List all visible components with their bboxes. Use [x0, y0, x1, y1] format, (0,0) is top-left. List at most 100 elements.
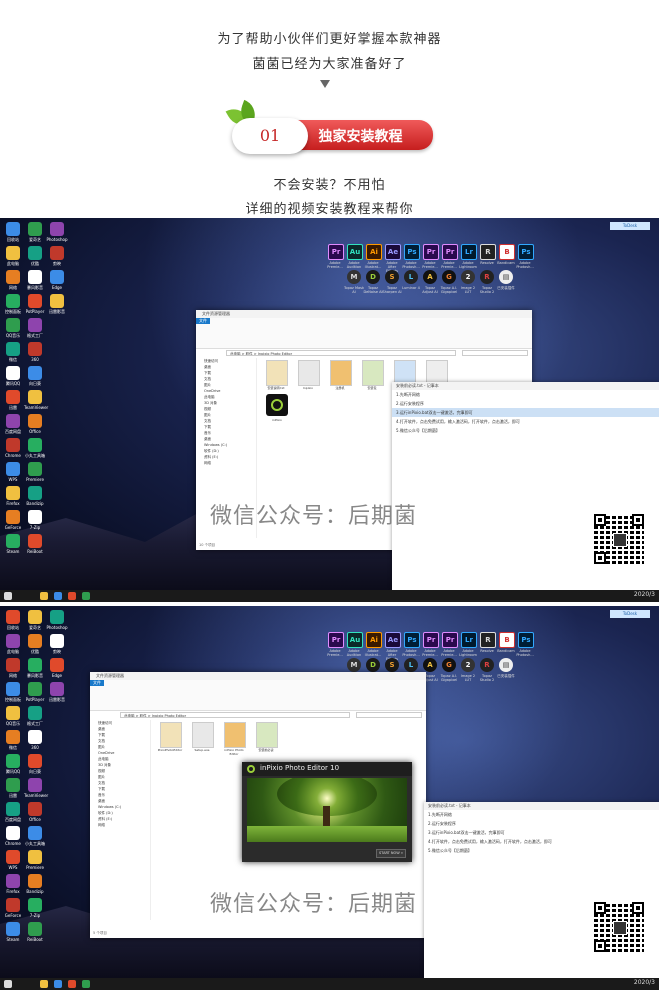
plugin-app-icon[interactable]: A — [423, 270, 437, 284]
adobe-app-icon[interactable]: B — [499, 244, 515, 260]
adobe-app-icon[interactable]: Au — [347, 632, 363, 648]
desktop-app-icon[interactable] — [28, 658, 42, 672]
adobe-app-icon[interactable]: Pr — [328, 632, 344, 648]
app-taskbar-icon[interactable] — [82, 980, 90, 988]
plugin-app-icon[interactable]: ▤ — [499, 658, 513, 672]
desktop-app-icon[interactable] — [50, 634, 64, 648]
desktop-app-icon[interactable] — [6, 658, 20, 672]
desktop-app-icon[interactable] — [50, 294, 64, 308]
desktop-app-icon[interactable] — [6, 922, 20, 936]
file-tab[interactable]: 文件 — [196, 318, 210, 324]
desktop-app-icon[interactable] — [6, 342, 20, 356]
desktop-app-icon[interactable] — [50, 222, 64, 236]
file-thumbnail[interactable] — [256, 722, 278, 748]
desktop-app-icon[interactable] — [50, 658, 64, 672]
adobe-app-icon[interactable]: Pr — [328, 244, 344, 260]
desktop-app-icon[interactable] — [28, 802, 42, 816]
edge-taskbar-icon[interactable] — [54, 980, 62, 988]
app-taskbar-icon[interactable] — [82, 592, 90, 600]
plugin-app-icon[interactable]: S — [385, 658, 399, 672]
adobe-app-icon[interactable]: R — [480, 632, 496, 648]
plugin-app-icon[interactable]: ▤ — [499, 270, 513, 284]
plugin-app-icon[interactable]: D — [366, 658, 380, 672]
adobe-app-icon[interactable]: Au — [347, 244, 363, 260]
adobe-app-icon[interactable]: Ps — [518, 244, 534, 260]
adobe-app-icon[interactable]: Pr — [423, 244, 439, 260]
desktop-app-icon[interactable] — [6, 414, 20, 428]
plugin-app-icon[interactable]: 2 — [461, 270, 475, 284]
adobe-app-icon[interactable]: Pr — [442, 244, 458, 260]
desktop-app-icon[interactable] — [50, 270, 64, 284]
start-now-button[interactable]: START NOW » — [376, 849, 406, 858]
desktop-app-icon[interactable] — [50, 246, 64, 260]
file-thumbnail[interactable] — [266, 360, 288, 386]
plugin-app-icon[interactable]: G — [442, 658, 456, 672]
adobe-app-icon[interactable]: Pr — [442, 632, 458, 648]
desktop-app-icon[interactable] — [28, 826, 42, 840]
desktop-app-icon[interactable] — [6, 366, 20, 380]
desktop-app-icon[interactable] — [28, 634, 42, 648]
todesk-widget[interactable]: ToDesk — [610, 222, 650, 230]
adobe-app-icon[interactable]: Lr — [461, 244, 477, 260]
desktop-app-icon[interactable] — [6, 246, 20, 260]
desktop-app-icon[interactable] — [28, 486, 42, 500]
adobe-app-icon[interactable]: Pr — [423, 632, 439, 648]
todesk-widget[interactable]: ToDesk — [610, 610, 650, 618]
plugin-app-icon[interactable]: D — [366, 270, 380, 284]
desktop-app-icon[interactable] — [6, 802, 20, 816]
adobe-app-icon[interactable]: Ai — [366, 244, 382, 260]
file-tab[interactable]: 文件 — [90, 680, 104, 686]
desktop-app-icon[interactable] — [6, 730, 20, 744]
desktop-app-icon[interactable] — [6, 898, 20, 912]
desktop-app-icon[interactable] — [6, 534, 20, 548]
search-input[interactable] — [356, 712, 422, 718]
plugin-app-icon[interactable]: M — [347, 658, 361, 672]
desktop-app-icon[interactable] — [28, 462, 42, 476]
plugin-app-icon[interactable]: 2 — [461, 658, 475, 672]
desktop-app-icon[interactable] — [28, 898, 42, 912]
file-thumbnail[interactable] — [362, 360, 384, 386]
desktop-app-icon[interactable] — [6, 874, 20, 888]
desktop-app-icon[interactable] — [6, 438, 20, 452]
desktop-app-icon[interactable] — [28, 850, 42, 864]
plugin-app-icon[interactable]: S — [385, 270, 399, 284]
desktop-app-icon[interactable] — [6, 706, 20, 720]
plugin-app-icon[interactable]: R — [480, 270, 494, 284]
desktop-app-icon[interactable] — [6, 778, 20, 792]
nav-item[interactable]: 网络 — [196, 460, 256, 466]
start-icon[interactable] — [4, 592, 12, 600]
start-icon[interactable] — [4, 980, 12, 988]
desktop-app-icon[interactable] — [6, 510, 20, 524]
plugin-app-icon[interactable]: R — [480, 658, 494, 672]
adobe-app-icon[interactable]: Ae — [385, 632, 401, 648]
adobe-app-icon[interactable]: R — [480, 244, 496, 260]
desktop-app-icon[interactable] — [6, 462, 20, 476]
adobe-app-icon[interactable]: Lr — [461, 632, 477, 648]
desktop-app-icon[interactable] — [28, 874, 42, 888]
desktop-app-icon[interactable] — [28, 610, 42, 624]
desktop-app-icon[interactable] — [6, 826, 20, 840]
edge-taskbar-icon[interactable] — [54, 592, 62, 600]
desktop-app-icon[interactable] — [28, 270, 42, 284]
desktop-app-icon[interactable] — [50, 682, 64, 696]
file-thumbnail[interactable] — [192, 722, 214, 748]
adobe-app-icon[interactable]: Ai — [366, 632, 382, 648]
adobe-app-icon[interactable]: Ps — [404, 244, 420, 260]
desktop-app-icon[interactable] — [6, 850, 20, 864]
desktop-app-icon[interactable] — [28, 438, 42, 452]
desktop-app-icon[interactable] — [6, 486, 20, 500]
desktop-app-icon[interactable] — [28, 534, 42, 548]
desktop-app-icon[interactable] — [28, 294, 42, 308]
plugin-app-icon[interactable]: M — [347, 270, 361, 284]
desktop-app-icon[interactable] — [6, 610, 20, 624]
desktop-app-icon[interactable] — [28, 682, 42, 696]
desktop-app-icon[interactable] — [28, 922, 42, 936]
desktop-app-icon[interactable] — [6, 294, 20, 308]
address-bar[interactable]: 此电脑 > 软件 > Inpixio Photo Editor — [226, 350, 456, 356]
adobe-app-icon[interactable]: Ps — [404, 632, 420, 648]
plugin-app-icon[interactable]: L — [404, 658, 418, 672]
address-bar[interactable]: 此电脑 > 软件 > Inpixio Photo Editor — [120, 712, 350, 718]
desktop-app-icon[interactable] — [28, 778, 42, 792]
search-input[interactable] — [462, 350, 528, 356]
file-thumbnail[interactable] — [298, 360, 320, 386]
